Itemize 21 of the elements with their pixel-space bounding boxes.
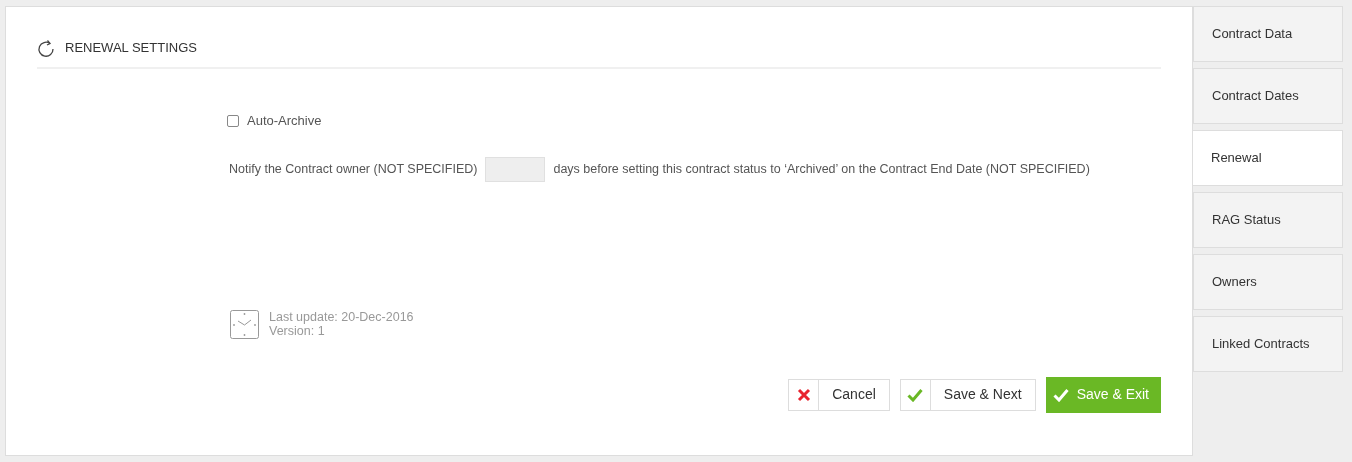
check-icon (1052, 387, 1069, 402)
side-tab[interactable]: Contract Dates (1193, 68, 1343, 124)
save-next-button[interactable]: Save & Next (899, 378, 1036, 411)
side-tab[interactable]: RAG Status (1193, 192, 1343, 248)
version-text: Version: 1 (269, 324, 326, 338)
days-input[interactable] (485, 156, 546, 182)
refresh-icon (37, 38, 55, 58)
last-update-text: Last update: 20-Dec-2016 (269, 310, 414, 324)
section-title: RENEWAL SETTINGS (65, 39, 197, 58)
side-tab[interactable]: Linked Contracts (1193, 316, 1343, 372)
check-icon (907, 387, 924, 402)
notify-text: days before setting this contract status to ‘Archived’ on the Contract End Date (NOT SPECIFIED) (553, 160, 1090, 178)
clock-icon (230, 309, 259, 339)
auto-archive-label: Auto-Archive (247, 112, 322, 130)
close-icon (796, 387, 811, 402)
auto-archive-checkbox[interactable] (227, 114, 239, 127)
side-tab[interactable]: Owners (1193, 254, 1343, 310)
cancel-button[interactable]: Cancel (788, 378, 890, 411)
side-tab[interactable]: Contract Data (1193, 6, 1343, 62)
side-tab[interactable]: Renewal (1193, 130, 1343, 186)
notify-text: Notify the Contract owner (NOT SPECIFIED) (229, 160, 478, 178)
